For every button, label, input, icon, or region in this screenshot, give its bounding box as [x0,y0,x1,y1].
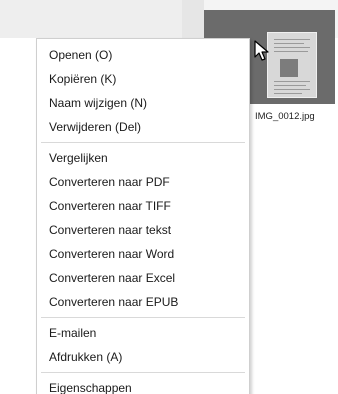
menu-item-converteren-naar-epub[interactable]: Converteren naar EPUB [37,290,249,314]
menu-item-eigenschappen[interactable]: Eigenschappen [37,376,249,394]
document-thumbnail-image [267,32,317,98]
file-list-margin [0,38,36,394]
menu-item-converteren-naar-word[interactable]: Converteren naar Word [37,242,249,266]
menu-item-converteren-naar-excel[interactable]: Converteren naar Excel [37,266,249,290]
context-menu: Openen (O) Kopiëren (K) Naam wijzigen (N) V… [36,38,250,394]
menu-item-converteren-naar-tekst[interactable]: Converteren naar tekst [37,218,249,242]
menu-separator [41,317,245,318]
menu-item-kopieren[interactable]: Kopiëren (K) [37,67,249,91]
menu-item-afdrukken[interactable]: Afdrukken (A) [37,345,249,369]
mouse-pointer-icon [254,40,269,61]
menu-item-converteren-naar-tiff[interactable]: Converteren naar TIFF [37,194,249,218]
menu-item-verwijderen[interactable]: Verwijderen (Del) [37,115,249,139]
menu-item-openen[interactable]: Openen (O) [37,43,249,67]
thumbnail-filename[interactable]: IMG_0012.jpg [255,111,315,122]
toolbar-gap [182,0,204,38]
toolbar-area [0,0,182,38]
menu-item-converteren-naar-pdf[interactable]: Converteren naar PDF [37,170,249,194]
menu-separator [41,372,245,373]
menu-item-e-mailen[interactable]: E-mailen [37,321,249,345]
menu-separator [41,142,245,143]
menu-item-vergelijken[interactable]: Vergelijken [37,146,249,170]
menu-item-naam-wijzigen[interactable]: Naam wijzigen (N) [37,91,249,115]
